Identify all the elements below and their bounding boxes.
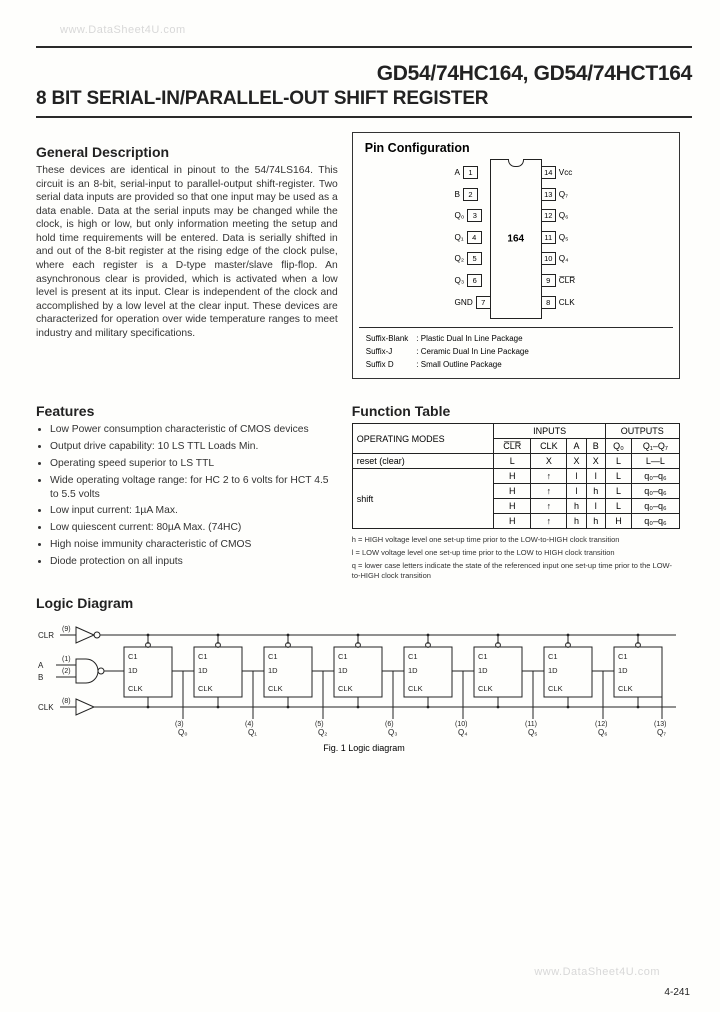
feature-item: Output drive capability: 10 LS TTL Loads… (50, 440, 338, 454)
ft-head-inputs: INPUTS (494, 424, 606, 439)
svg-text:(3): (3) (175, 721, 184, 728)
part-title: GD54/74HC164, GD54/74HCT164 (36, 62, 692, 86)
general-description-heading: General Description (36, 144, 338, 160)
svg-text:Q₅: Q₅ (528, 728, 537, 737)
svg-text:C1: C1 (128, 652, 138, 661)
feature-item: Low input current: 1µA Max. (50, 504, 338, 518)
svg-text:1D: 1D (128, 666, 138, 675)
svg-text:(4): (4) (245, 721, 254, 728)
svg-text:CLK: CLK (478, 684, 493, 693)
svg-text:C1: C1 (548, 652, 558, 661)
watermark-bottom: www.DataSheet4U.com (534, 966, 660, 978)
svg-text:Q₂: Q₂ (318, 728, 327, 737)
svg-text:Q₆: Q₆ (598, 728, 607, 737)
feature-item: Low quiescent current: 80µA Max. (74HC) (50, 521, 338, 535)
svg-text:C1: C1 (408, 652, 418, 661)
svg-text:1D: 1D (408, 666, 418, 675)
features-heading: Features (36, 403, 338, 419)
svg-text:1D: 1D (478, 666, 488, 675)
pin-left: GND7 (455, 296, 491, 309)
svg-text:Q₇: Q₇ (657, 728, 666, 737)
svg-text:(10): (10) (455, 721, 467, 728)
feature-item: Diode protection on all inputs (50, 555, 338, 569)
watermark-top: www.DataSheet4U.com (60, 24, 186, 36)
part-subtitle: 8 BIT SERIAL-IN/PARALLEL-OUT SHIFT REGIS… (36, 88, 692, 110)
ft-head-opmodes: OPERATING MODES (352, 424, 494, 454)
feature-item: High noise immunity characteristic of CM… (50, 538, 338, 552)
svg-text:CLK: CLK (268, 684, 283, 693)
svg-text:1D: 1D (338, 666, 348, 675)
svg-text:(5): (5) (315, 721, 324, 728)
logic-diagram-caption: Fig. 1 Logic diagram (36, 743, 692, 753)
svg-text:1D: 1D (618, 666, 628, 675)
pin-left: Q₁4 (455, 231, 491, 244)
pin-right: 11Q₅ (541, 231, 575, 244)
svg-text:CLR: CLR (38, 631, 54, 640)
suffix-table: Suffix-Blank: Plastic Dual In Line Packa… (361, 332, 534, 372)
pin-right: 12Q₆ (541, 209, 575, 222)
svg-text:1D: 1D (548, 666, 558, 675)
svg-text:(2): (2) (62, 668, 71, 675)
svg-text:(6): (6) (385, 721, 394, 728)
svg-text:CLK: CLK (408, 684, 423, 693)
svg-text:(1): (1) (62, 656, 71, 663)
logic-diagram-heading: Logic Diagram (36, 595, 692, 611)
rule-top (36, 46, 692, 48)
pin-configuration-box: Pin Configuration 164 A1B2Q₀3Q₁4Q₂5Q₃6GN… (352, 132, 680, 379)
svg-text:Q₀: Q₀ (178, 728, 188, 737)
svg-text:(8): (8) (62, 698, 71, 705)
svg-text:CLK: CLK (338, 684, 353, 693)
general-description-text: These devices are identical in pinout to… (36, 164, 338, 341)
pin-right: 10Q₄ (541, 252, 575, 265)
svg-text:(12): (12) (595, 721, 607, 728)
svg-text:C1: C1 (268, 652, 278, 661)
chip-label: 164 (507, 234, 524, 245)
svg-text:C1: C1 (618, 652, 628, 661)
svg-text:A: A (38, 661, 44, 670)
logic-diagram-figure: CLR (9) A (1) B (2) CLK (8) C1 1D CLK (3)Q₀ C1 1D CLK (… (36, 615, 692, 741)
svg-text:CLK: CLK (128, 684, 143, 693)
function-table-heading: Function Table (352, 403, 680, 419)
pin-left: Q₂5 (455, 252, 491, 265)
svg-text:1D: 1D (268, 666, 278, 675)
rule-under-title (36, 116, 692, 118)
svg-text:(11): (11) (525, 721, 537, 728)
svg-text:(13): (13) (654, 721, 666, 728)
features-list: Low Power consumption characteristic of … (36, 423, 338, 568)
pin-right: 9C̅L̅R̅ (541, 274, 575, 287)
chip-outline: 164 A1B2Q₀3Q₁4Q₂5Q₃6GND7 14Vcc13Q₇12Q₆11… (490, 159, 542, 319)
feature-item: Wide operating voltage range: for HC 2 t… (50, 474, 338, 502)
svg-text:C1: C1 (478, 652, 488, 661)
svg-text:C1: C1 (198, 652, 208, 661)
chip-notch-icon (508, 159, 524, 167)
pin-left: A1 (455, 166, 491, 179)
svg-text:CLK: CLK (548, 684, 563, 693)
svg-text:B: B (38, 673, 43, 682)
pin-right: 13Q₇ (541, 188, 575, 201)
pin-left: Q₃6 (455, 274, 491, 287)
svg-text:CLK: CLK (38, 703, 54, 712)
pin-right: 14Vcc (541, 166, 575, 179)
ft-head-outputs: OUTPUTS (605, 424, 679, 439)
svg-text:1D: 1D (198, 666, 208, 675)
svg-text:Q₄: Q₄ (458, 728, 468, 737)
pin-left: Q₀3 (455, 209, 491, 222)
svg-text:CLK: CLK (618, 684, 633, 693)
pin-right: 8CLK (541, 296, 575, 309)
feature-item: Low Power consumption characteristic of … (50, 423, 338, 437)
svg-text:Q₃: Q₃ (388, 728, 397, 737)
pin-configuration-heading: Pin Configuration (365, 141, 671, 155)
page-number: 4-241 (664, 987, 690, 998)
pin-left: B2 (455, 188, 491, 201)
svg-text:(9): (9) (62, 626, 71, 633)
svg-text:CLK: CLK (198, 684, 213, 693)
svg-text:C1: C1 (338, 652, 348, 661)
function-table: OPERATING MODES INPUTS OUTPUTS C̅L̅R̅CLK… (352, 423, 680, 529)
function-table-notes: h = HIGH voltage level one set-up time p… (352, 535, 680, 580)
svg-text:Q₁: Q₁ (248, 728, 257, 737)
feature-item: Operating speed superior to LS TTL (50, 457, 338, 471)
